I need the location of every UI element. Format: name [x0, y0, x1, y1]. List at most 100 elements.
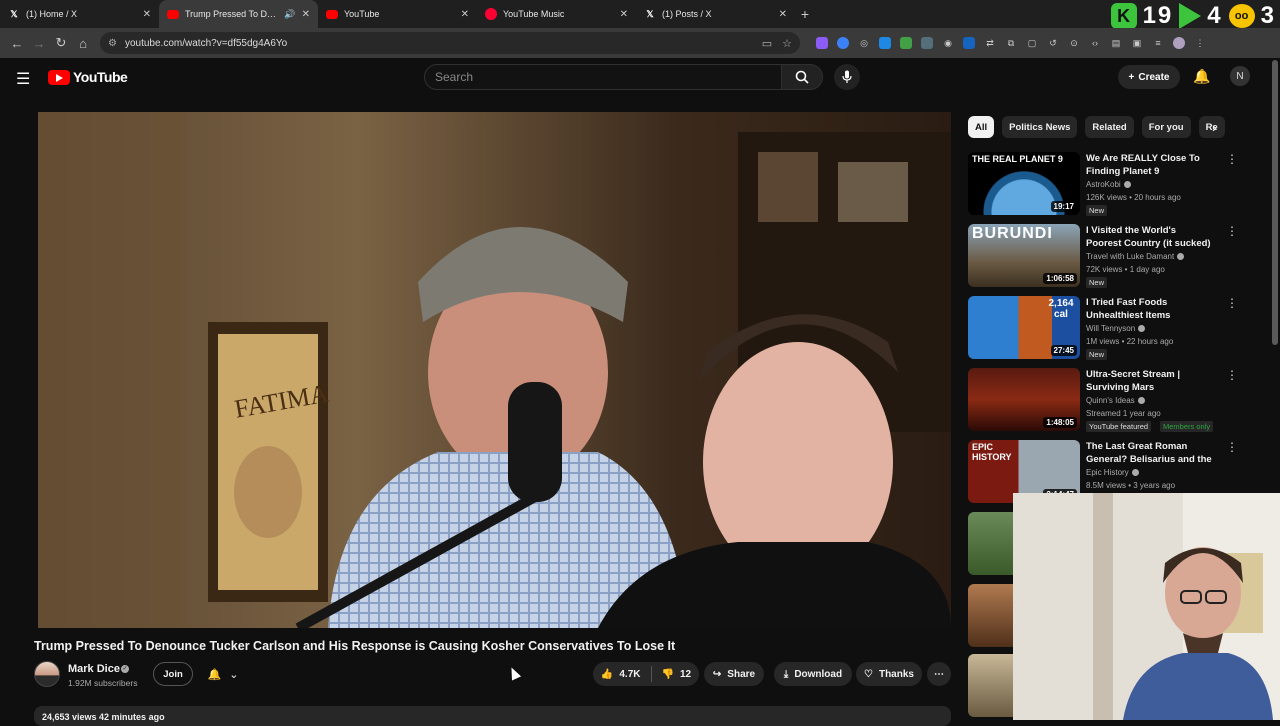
- video-thumbnail[interactable]: BURUNDI 1:06:58: [968, 224, 1080, 287]
- chip-related[interactable]: Related: [1085, 116, 1134, 138]
- subscribed-notification-button[interactable]: 🔔 ⌄: [200, 662, 246, 686]
- thumbs-up-icon[interactable]: 👍: [601, 669, 613, 680]
- hamburger-menu-icon[interactable]: ☰: [16, 69, 30, 89]
- extension-icon[interactable]: ⊙: [1068, 37, 1080, 49]
- rec-channel-name: Epic History: [1086, 468, 1129, 477]
- rec-channel: Quinn's Ideas: [1086, 396, 1145, 405]
- download-icon: ⤓: [783, 668, 789, 680]
- recommendation-item[interactable]: 1:48:05 Ultra-Secret Stream | Surviving …: [968, 368, 1248, 434]
- browser-tab[interactable]: YouTube Music ✕: [477, 0, 636, 28]
- extension-icon[interactable]: [900, 37, 912, 49]
- rec-channel-name: Will Tennyson: [1086, 324, 1136, 333]
- like-count[interactable]: 4.7K: [619, 669, 640, 680]
- rec-meta: 8.5M views • 3 years ago: [1086, 481, 1176, 490]
- more-actions-button[interactable]: ⋯: [927, 662, 951, 686]
- browser-tab[interactable]: 𝕏 (1) Posts / X ✕: [636, 0, 795, 28]
- scrollbar-thumb[interactable]: [1272, 60, 1278, 345]
- search-button[interactable]: [781, 64, 823, 90]
- extension-icon[interactable]: ▤: [1110, 37, 1122, 49]
- notifications-bell-icon[interactable]: 🔔: [1193, 68, 1210, 85]
- dislike-count[interactable]: 12: [680, 669, 691, 680]
- kebab-menu-icon[interactable]: ⋮: [1226, 368, 1238, 382]
- url-field[interactable]: ⚙ youtube.com/watch?v=df55dg4A6Yo ▭ ☆: [100, 32, 800, 54]
- kebab-menu-icon[interactable]: ⋮: [1194, 37, 1206, 49]
- code-icon[interactable]: ‹›: [1089, 37, 1101, 49]
- site-info-icon[interactable]: ⚙: [108, 38, 117, 49]
- youtube-icon: [326, 9, 338, 19]
- extension-icon[interactable]: ≡: [1152, 37, 1164, 49]
- logo-text: YouTube: [73, 69, 128, 85]
- speaker-icon[interactable]: 🔊: [284, 9, 295, 20]
- browser-tab-active[interactable]: Trump Pressed To Denounce 🔊 ✕: [159, 0, 318, 28]
- duration-badge: 1:06:58: [1043, 273, 1077, 284]
- extension-icon[interactable]: ▢: [1026, 37, 1038, 49]
- forward-icon[interactable]: →: [28, 36, 50, 51]
- video-thumbnail[interactable]: 2,164 cal 27:45: [968, 296, 1080, 359]
- video-player[interactable]: FATIMA: [38, 112, 951, 628]
- extension-icon[interactable]: [816, 37, 828, 49]
- voice-search-button[interactable]: [834, 64, 860, 90]
- recommendation-item[interactable]: 2,164 cal 27:45 I Tried Fast Foods Unhea…: [968, 296, 1248, 362]
- new-tab-button[interactable]: +: [795, 6, 815, 22]
- download-button[interactable]: ⤓ Download: [774, 662, 852, 686]
- create-button[interactable]: + Create: [1118, 65, 1180, 89]
- thumbs-down-icon[interactable]: 👎: [662, 669, 674, 680]
- close-icon[interactable]: ✕: [461, 9, 469, 20]
- reload-icon[interactable]: ↻: [50, 35, 72, 51]
- close-icon[interactable]: ✕: [302, 9, 310, 20]
- chip-for-you[interactable]: For you: [1141, 116, 1191, 138]
- extension-icon[interactable]: [879, 37, 891, 49]
- plus-icon: +: [1128, 71, 1135, 83]
- thumbnail-text: BURUNDI: [972, 225, 1053, 242]
- cast-icon[interactable]: ▭: [762, 37, 772, 50]
- puzzle-icon[interactable]: ⧉: [1005, 37, 1017, 49]
- channel-name[interactable]: Mark Dice: [68, 663, 120, 675]
- extension-icon[interactable]: [963, 37, 975, 49]
- verified-check-icon: [1177, 253, 1185, 261]
- like-dislike-group: 👍 4.7K 👎 12: [593, 662, 699, 686]
- extension-icon[interactable]: ⇄: [984, 37, 996, 49]
- chip-all[interactable]: All: [968, 116, 995, 138]
- close-icon[interactable]: ✕: [620, 9, 628, 20]
- thanks-button[interactable]: ♡ Thanks: [856, 662, 922, 686]
- rec-meta: 72K views • 1 day ago: [1086, 265, 1165, 274]
- video-thumbnail[interactable]: 1:48:05: [968, 368, 1080, 431]
- extension-icon[interactable]: ◉: [942, 37, 954, 49]
- x-icon: 𝕏: [646, 8, 654, 19]
- account-avatar[interactable]: N: [1230, 66, 1250, 86]
- kebab-menu-icon[interactable]: ⋮: [1226, 440, 1238, 454]
- history-icon[interactable]: ↺: [1047, 37, 1059, 49]
- search-input[interactable]: Search: [424, 64, 782, 90]
- recommendation-item[interactable]: BURUNDI 1:06:58 I Visited the World's Po…: [968, 224, 1248, 290]
- verified-check-icon: [1137, 397, 1145, 405]
- share-button[interactable]: ↪ Share: [704, 662, 764, 686]
- kebab-menu-icon[interactable]: ⋮: [1226, 224, 1238, 238]
- kebab-menu-icon[interactable]: ⋮: [1226, 296, 1238, 310]
- channel-avatar[interactable]: [34, 661, 60, 687]
- browser-tab[interactable]: YouTube ✕: [318, 0, 477, 28]
- chevron-down-icon: ⌄: [229, 668, 239, 681]
- youtube-music-icon: [485, 8, 497, 20]
- extension-icon[interactable]: ▣: [1131, 37, 1143, 49]
- extension-icon[interactable]: ◎: [858, 37, 870, 49]
- bookmark-star-icon[interactable]: ☆: [782, 37, 792, 50]
- recommendation-item[interactable]: THE REAL PLANET 9 19:17 We Are REALLY Cl…: [968, 152, 1248, 218]
- chip-politics-news[interactable]: Politics News: [1002, 116, 1078, 138]
- close-icon[interactable]: ✕: [143, 9, 151, 20]
- subscriber-count: 1.92M subscribers: [68, 678, 138, 688]
- chevron-right-icon[interactable]: ›: [1212, 119, 1217, 135]
- close-icon[interactable]: ✕: [779, 9, 787, 20]
- kebab-menu-icon[interactable]: ⋮: [1226, 152, 1238, 166]
- home-icon[interactable]: ⌂: [72, 36, 94, 51]
- browser-tab[interactable]: 𝕏 (1) Home / X ✕: [0, 0, 159, 28]
- rec-channel: Will Tennyson: [1086, 324, 1146, 333]
- extension-icon[interactable]: [837, 37, 849, 49]
- profile-avatar[interactable]: [1173, 37, 1185, 49]
- join-button[interactable]: Join: [153, 662, 193, 686]
- search-icon: [795, 70, 809, 84]
- video-thumbnail[interactable]: THE REAL PLANET 9 19:17: [968, 152, 1080, 215]
- back-icon[interactable]: ←: [6, 36, 28, 51]
- youtube-logo[interactable]: YouTube: [48, 69, 128, 85]
- extension-icon[interactable]: [921, 37, 933, 49]
- description-box[interactable]: 24,653 views 42 minutes ago: [34, 706, 951, 726]
